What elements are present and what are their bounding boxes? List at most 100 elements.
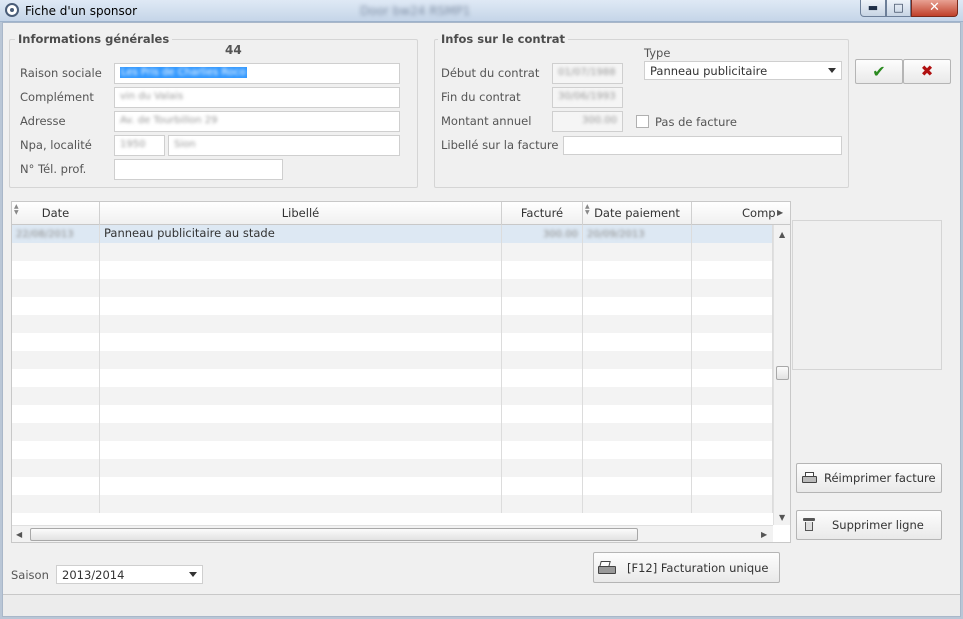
- tel-input[interactable]: [114, 159, 283, 180]
- title-bar: Fiche d'un sponsor Door bw24 RSMP1 ▬ □ ✕: [0, 0, 963, 22]
- horizontal-scrollbar[interactable]: ◀ ▶: [12, 525, 773, 542]
- single-billing-button[interactable]: [F12] Facturation unique: [593, 552, 780, 583]
- pas-facture-checkbox[interactable]: [636, 115, 649, 128]
- column-header-date-paiement[interactable]: ▲ ▼ Date paiement: [583, 202, 692, 225]
- table-cell-facture: [502, 243, 583, 261]
- table-row[interactable]: [12, 459, 773, 477]
- montant-value: 300.00: [582, 115, 617, 126]
- table-cell-comp: [692, 333, 773, 351]
- vertical-scroll-thumb[interactable]: [776, 366, 789, 380]
- npa-value: 1950: [120, 139, 146, 150]
- table-row[interactable]: [12, 261, 773, 279]
- type-value: Panneau publicitaire: [650, 64, 768, 78]
- table-row[interactable]: [12, 369, 773, 387]
- table-cell-comp: [692, 315, 773, 333]
- fin-input[interactable]: 30/06/1993: [552, 87, 623, 108]
- minimize-icon: ▬: [867, 1, 879, 14]
- raison-sociale-value: Les Pris de Charlies Roco: [121, 67, 246, 78]
- scroll-up-icon[interactable]: ▲: [779, 230, 785, 239]
- delete-row-label: Supprimer ligne: [832, 518, 924, 532]
- montant-input[interactable]: 300.00: [552, 111, 623, 132]
- saison-select[interactable]: 2013/2014: [56, 565, 203, 584]
- table-row[interactable]: [12, 495, 773, 513]
- table-cell-libelle: [100, 405, 502, 423]
- table-cell-libelle: [100, 297, 502, 315]
- table-cell-comp: [692, 441, 773, 459]
- table-row[interactable]: [12, 405, 773, 423]
- maximize-icon: □: [893, 1, 904, 14]
- maximize-button[interactable]: □: [886, 0, 911, 17]
- minimize-button[interactable]: ▬: [860, 0, 886, 17]
- sponsor-id: 44: [225, 43, 242, 57]
- complement-label: Complément: [20, 90, 94, 104]
- table-row[interactable]: 22/08/2013 Panneau publicitaire au stade 3…: [12, 225, 773, 243]
- cross-icon: ✖: [920, 62, 934, 80]
- table-cell-date-paiement: [583, 477, 692, 495]
- scroll-down-icon[interactable]: ▼: [779, 513, 785, 522]
- table-cell-libelle: [100, 459, 502, 477]
- printer-icon: [802, 472, 817, 484]
- table-cell-date-paiement: [583, 441, 692, 459]
- adresse-input[interactable]: Av. de Tourbillon 29: [114, 111, 400, 132]
- sort-icon: ▲ ▼: [14, 203, 19, 216]
- table-cell-date-paiement: [583, 405, 692, 423]
- type-label: Type: [644, 46, 671, 60]
- single-billing-label: [F12] Facturation unique: [627, 560, 769, 575]
- table-row[interactable]: [12, 243, 773, 261]
- table-row[interactable]: [12, 279, 773, 297]
- table-row[interactable]: [12, 477, 773, 495]
- npa-input[interactable]: 1950: [114, 135, 165, 156]
- ok-button[interactable]: ✔: [855, 59, 903, 84]
- table-cell-date: [12, 297, 100, 315]
- table-cell-date: [12, 423, 100, 441]
- vertical-scrollbar[interactable]: ▲ ▼: [773, 225, 790, 525]
- table-cell-date-paiement: [583, 333, 692, 351]
- column-header-date[interactable]: ▲ ▼ Date: [12, 202, 100, 225]
- table-row[interactable]: [12, 441, 773, 459]
- libelle-facture-input[interactable]: [563, 136, 842, 155]
- table-cell-date-paiement: [583, 369, 692, 387]
- table-row[interactable]: [12, 351, 773, 369]
- cancel-button[interactable]: ✖: [903, 59, 951, 84]
- table-cell-date: [12, 477, 100, 495]
- scroll-right-icon[interactable]: ▶: [761, 530, 767, 539]
- table-cell-date: [12, 333, 100, 351]
- column-header-libelle[interactable]: Libellé: [100, 202, 502, 225]
- complement-value: vin du Valais: [120, 91, 184, 102]
- table-cell-facture: [502, 423, 583, 441]
- app-icon: [5, 3, 19, 17]
- type-select[interactable]: Panneau publicitaire: [644, 61, 842, 80]
- reprint-invoice-button[interactable]: Réimprimer facture: [796, 463, 942, 493]
- table-cell-facture: [502, 351, 583, 369]
- column-header-facture[interactable]: Facturé: [502, 202, 583, 225]
- table-row[interactable]: [12, 315, 773, 333]
- table-cell-date-paiement: [583, 423, 692, 441]
- table-row[interactable]: [12, 333, 773, 351]
- table-cell-libelle: [100, 423, 502, 441]
- table-cell-date-paiement: [583, 261, 692, 279]
- table-cell-facture: [502, 261, 583, 279]
- scroll-right-header-icon[interactable]: ▶: [777, 208, 783, 217]
- invoice-table: ▲ ▼ Date Libellé Facturé ▲ ▼ Date paiement C…: [11, 201, 791, 543]
- delete-row-button[interactable]: Supprimer ligne: [796, 510, 942, 540]
- raison-sociale-label: Raison sociale: [20, 66, 102, 80]
- horizontal-scroll-thumb[interactable]: [30, 528, 638, 541]
- localite-input[interactable]: Sion: [168, 135, 400, 156]
- saison-label: Saison: [11, 568, 49, 582]
- table-cell-date: [12, 369, 100, 387]
- table-row[interactable]: [12, 297, 773, 315]
- close-button[interactable]: ✕: [911, 0, 958, 17]
- sort-icon: ▲ ▼: [585, 203, 590, 216]
- scroll-left-icon[interactable]: ◀: [16, 530, 22, 539]
- debut-input[interactable]: 01/07/1988: [552, 63, 623, 84]
- table-row[interactable]: [12, 423, 773, 441]
- table-cell-comp: [692, 369, 773, 387]
- checkmark-icon: ✔: [872, 62, 886, 81]
- complement-input[interactable]: vin du Valais: [114, 87, 400, 108]
- table-row[interactable]: [12, 387, 773, 405]
- table-cell-facture: [502, 459, 583, 477]
- debut-label: Début du contrat: [441, 66, 540, 80]
- cash-register-icon: [598, 561, 616, 575]
- raison-sociale-input[interactable]: Les Pris de Charlies Roco: [114, 63, 400, 84]
- tel-label: N° Tél. prof.: [20, 162, 87, 176]
